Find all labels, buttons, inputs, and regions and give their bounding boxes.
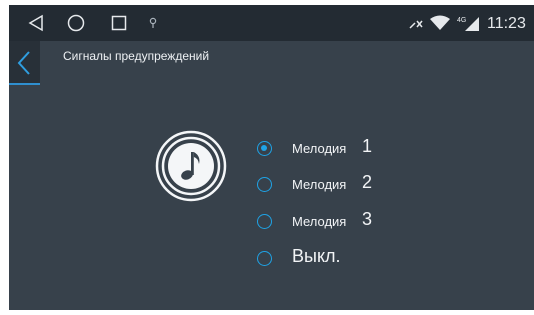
radio-button-selected[interactable] — [257, 141, 272, 156]
back-button[interactable] — [9, 41, 40, 85]
option-label: Мелодия — [292, 177, 347, 192]
option-number: 2 — [362, 172, 373, 192]
radio-button[interactable] — [257, 251, 272, 266]
radio-button[interactable] — [257, 214, 272, 229]
page-title: Сигналы предупреждений — [63, 49, 210, 63]
status-bar: 4G 11:23 — [9, 5, 534, 41]
option-melody-3[interactable]: Мелодия 3 — [257, 209, 417, 238]
option-number: 1 — [362, 136, 373, 156]
signal-off-icon — [408, 17, 424, 35]
option-label: Мелодия — [292, 141, 347, 156]
location-pin-icon — [149, 16, 157, 34]
screen: 4G 11:23 Сигналы предупреждений Мелодия … — [9, 5, 534, 310]
music-note-icon — [155, 130, 227, 207]
option-melody-1[interactable]: Мелодия 1 — [257, 136, 417, 165]
network-badge: 4G — [457, 17, 466, 24]
option-melody-2[interactable]: Мелодия 2 — [257, 172, 417, 201]
option-off[interactable]: Выкл. — [257, 246, 417, 275]
wifi-icon — [429, 15, 451, 36]
home-circle-icon[interactable] — [67, 14, 85, 37]
radio-button[interactable] — [257, 177, 272, 192]
status-time: 11:23 — [487, 15, 526, 32]
recent-square-icon[interactable] — [111, 15, 127, 36]
option-label: Выкл. — [292, 246, 341, 266]
option-number: 3 — [362, 209, 373, 229]
option-label: Мелодия — [292, 214, 347, 229]
back-triangle-icon[interactable] — [27, 14, 45, 37]
cellular-signal-icon: 4G — [457, 14, 481, 37]
